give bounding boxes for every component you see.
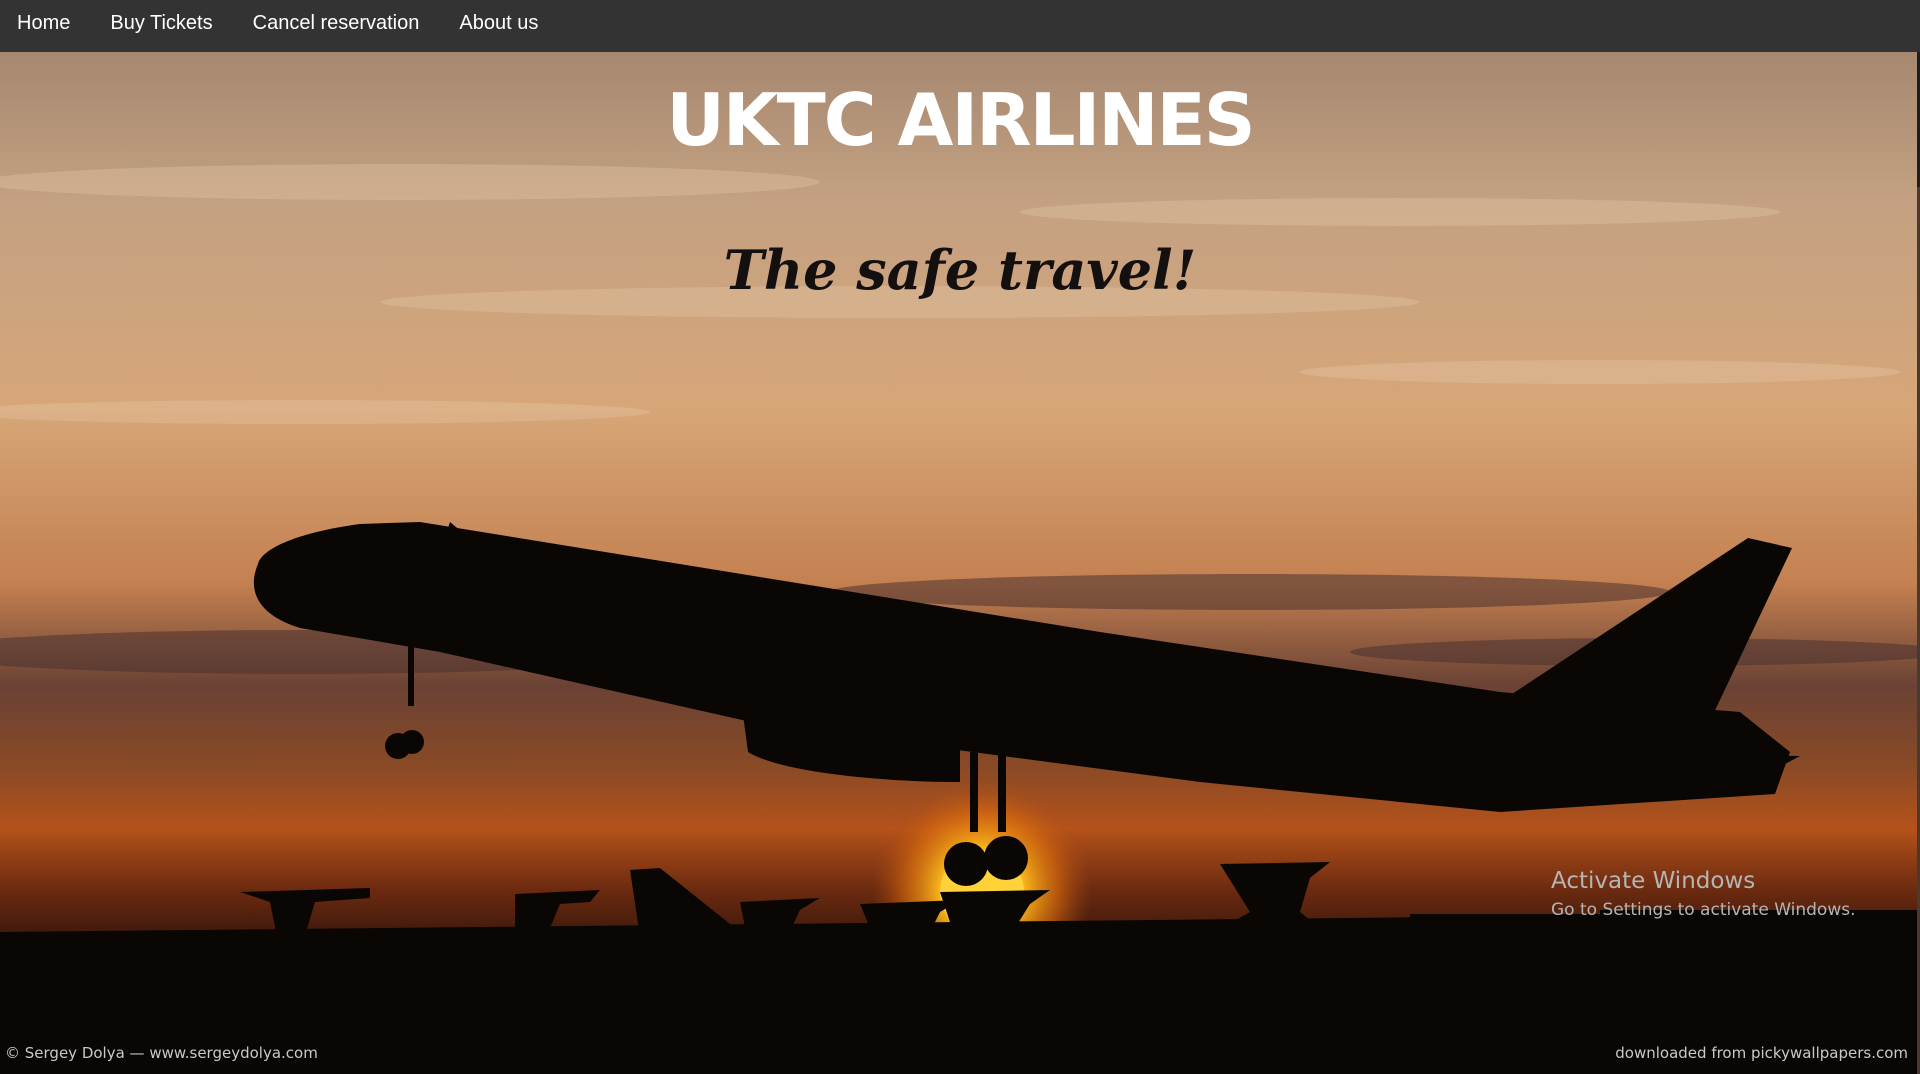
- hero-banner: UKTC AIRLINES The safe travel! © Sergey …: [0, 52, 1920, 1074]
- watermark-title: Activate Windows: [1551, 868, 1756, 894]
- tagline: The safe travel!: [723, 238, 1197, 302]
- watermark-subtitle: Go to Settings to activate Windows.: [1551, 900, 1856, 920]
- download-credit: downloaded from pickywallpapers.com: [1615, 1044, 1908, 1062]
- site-title: UKTC AIRLINES: [666, 78, 1255, 162]
- nav-cancel-reservation[interactable]: Cancel reservation: [253, 0, 420, 52]
- nav-home[interactable]: Home: [17, 0, 70, 52]
- top-navbar: Home Buy Tickets Cancel reservation Abou…: [0, 0, 1920, 52]
- nav-buy-tickets[interactable]: Buy Tickets: [110, 0, 212, 52]
- windows-activation-watermark: Activate Windows Go to Settings to activ…: [1551, 868, 1856, 920]
- nav-about-us[interactable]: About us: [459, 0, 538, 52]
- hero-background-image: [0, 52, 1920, 1074]
- photo-credit: © Sergey Dolya — www.sergeydolya.com: [5, 1044, 318, 1062]
